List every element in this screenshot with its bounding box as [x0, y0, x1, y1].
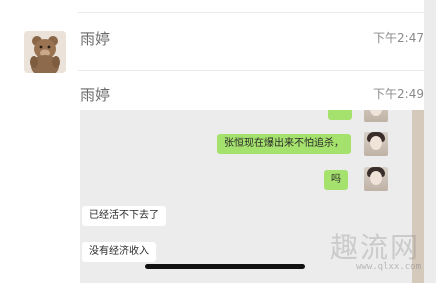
incoming-bubble: 没有经济收入 [82, 242, 156, 262]
watermark-url: www.qlxx.com [356, 262, 422, 272]
avatar[interactable] [24, 31, 66, 73]
partial-bubble [328, 110, 352, 120]
divider [78, 70, 424, 71]
message-time: 下午2:49 [373, 87, 424, 101]
divider [78, 12, 424, 13]
message-time: 下午2:47 [373, 31, 424, 45]
face [370, 136, 382, 150]
avatar [364, 110, 388, 122]
sender-name: 雨婷 [80, 30, 111, 48]
avatar [364, 132, 388, 156]
face [370, 110, 382, 116]
teddy-bear-icon [24, 31, 66, 73]
outgoing-bubble: 吗 [324, 170, 348, 190]
home-indicator[interactable] [145, 264, 305, 269]
incoming-bubble: 已经活不下去了 [82, 206, 166, 226]
sender-name: 雨婷 [80, 86, 111, 104]
avatar [364, 167, 388, 191]
watermark-title: 趣流网 [330, 231, 421, 264]
watermark: 趣流网 www.qlxx.com [330, 226, 426, 276]
face [370, 171, 382, 185]
outgoing-bubble: 张恒现在爆出来不怕追杀， [217, 134, 351, 154]
